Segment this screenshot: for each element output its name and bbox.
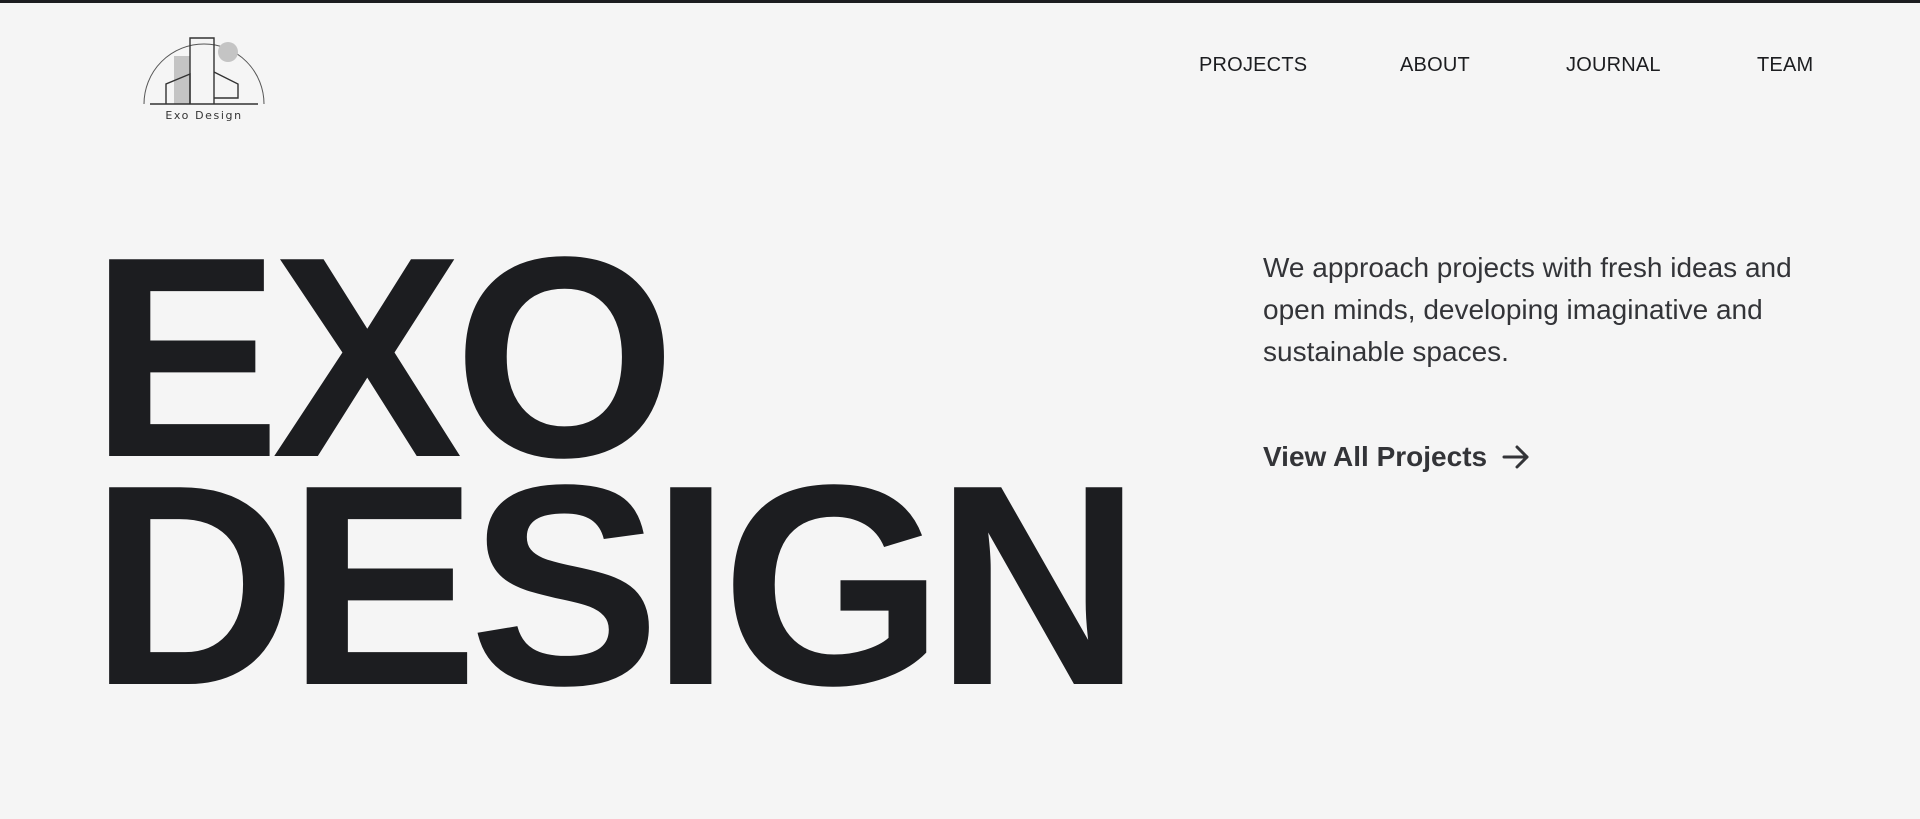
nav-item-journal[interactable]: JOURNAL: [1566, 52, 1661, 78]
hero-intro-text: We approach projects with fresh ideas an…: [1263, 252, 1792, 367]
arrow-right-icon: [1502, 445, 1529, 469]
nav-item-about[interactable]: ABOUT: [1400, 52, 1470, 78]
logo-wordmark: Exo Design: [165, 109, 243, 122]
main-nav: PROJECTS ABOUT JOURNAL TEAM: [1180, 52, 1813, 78]
nav-item-team[interactable]: TEAM: [1757, 52, 1813, 78]
top-border: [0, 0, 1920, 3]
brand-logo[interactable]: Exo Design: [142, 24, 266, 124]
logo-mark-icon: [143, 37, 265, 105]
hero-title: EXO DESIGN: [90, 214, 1142, 745]
nav-item-projects[interactable]: PROJECTS: [1199, 52, 1307, 78]
view-all-projects-link[interactable]: View All Projects: [1263, 436, 1531, 478]
hero-title-line-2: DESIGN: [90, 425, 1142, 745]
cta-label: View All Projects: [1263, 441, 1488, 472]
